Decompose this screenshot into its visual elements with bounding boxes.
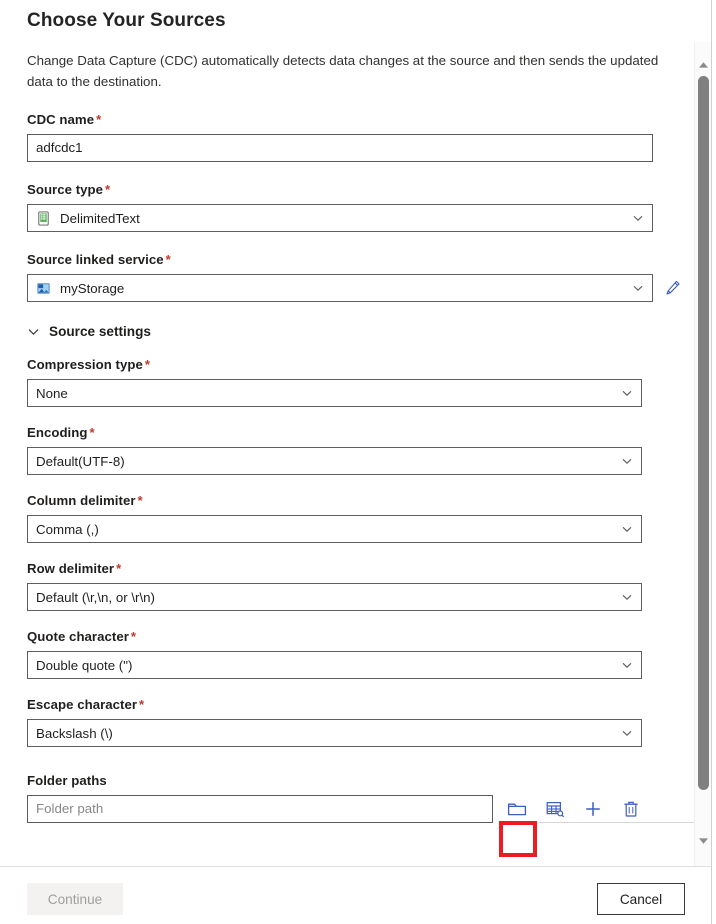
column-delimiter-value: Comma (,) (36, 521, 99, 537)
folder-paths-row: Folder path (27, 795, 694, 823)
chevron-down-icon (622, 730, 632, 736)
choose-sources-panel: Choose Your Sources Change Data Capture … (0, 0, 716, 924)
preview-data-button[interactable] (540, 795, 570, 823)
cdc-name-input[interactable]: adfcdc1 (27, 134, 653, 162)
source-type-label: Source type * (27, 182, 111, 197)
panel-content: Choose Your Sources Change Data Capture … (0, 0, 694, 866)
continue-button[interactable]: Continue (27, 883, 123, 915)
required-asterisk: * (116, 561, 122, 576)
browse-folder-icon (507, 803, 527, 816)
row-delimiter-label: Row delimiter * (27, 561, 122, 576)
edit-linked-service-button[interactable] (662, 277, 684, 299)
quote-character-value: Double quote (") (36, 657, 133, 673)
chevron-down-icon (622, 526, 632, 532)
source-type-value: DelimitedText (60, 210, 140, 226)
escape-character-value: Backslash (\) (36, 725, 113, 741)
encoding-dropdown[interactable]: Default(UTF-8) (27, 447, 642, 475)
source-type-row: DelimitedText (27, 204, 694, 232)
chevron-down-icon (622, 390, 632, 396)
panel-footer: Continue Cancel (0, 866, 711, 924)
scrollbar-thumb[interactable] (698, 76, 709, 790)
chevron-down-icon (28, 329, 39, 336)
chevron-down-icon (633, 215, 643, 221)
required-asterisk: * (89, 425, 95, 440)
compression-type-dropdown[interactable]: None (27, 379, 642, 407)
field-folder-paths: Folder paths Folder path (27, 773, 694, 823)
folder-path-placeholder: Folder path (36, 801, 104, 816)
chevron-down-icon (633, 285, 643, 291)
icon-bar-divider (539, 822, 694, 823)
column-delimiter-label: Column delimiter * (27, 493, 143, 508)
field-source-linked-service: Source linked service * myStorage (27, 252, 694, 302)
chevron-down-icon (622, 458, 632, 464)
add-folder-path-button[interactable] (578, 795, 608, 823)
page-description: Change Data Capture (CDC) automatically … (27, 53, 659, 89)
cdc-name-label: CDC name * (27, 112, 102, 127)
required-asterisk: * (165, 252, 171, 267)
row-delimiter-dropdown[interactable]: Default (\r,\n, or \r\n) (27, 583, 642, 611)
compression-type-label: Compression type * (27, 357, 151, 372)
scroll-down-button[interactable] (695, 832, 712, 849)
field-quote-character: Quote character * Double quote (") (27, 629, 694, 679)
field-cdc-name: CDC name * adfcdc1 (27, 112, 694, 162)
source-linked-service-value: myStorage (60, 280, 125, 296)
cdc-name-value: adfcdc1 (36, 140, 83, 155)
field-escape-character: Escape character * Backslash (\) (27, 697, 694, 747)
preview-data-icon (546, 801, 565, 818)
browse-folder-button[interactable] (502, 795, 532, 823)
add-icon (586, 802, 600, 816)
encoding-label: Encoding * (27, 425, 95, 440)
encoding-value: Default(UTF-8) (36, 453, 125, 469)
content-scrollbar[interactable] (694, 42, 711, 866)
column-delimiter-dropdown[interactable]: Comma (,) (27, 515, 642, 543)
storage-account-icon (37, 282, 50, 294)
compression-type-value: None (36, 385, 68, 401)
source-linked-service-dropdown[interactable]: myStorage (27, 274, 653, 302)
required-asterisk: * (144, 357, 151, 372)
folder-path-input[interactable]: Folder path (27, 795, 493, 823)
required-asterisk: * (105, 182, 111, 197)
field-column-delimiter: Column delimiter * Comma (,) (27, 493, 694, 543)
required-asterisk: * (130, 629, 137, 644)
panel-edge (711, 0, 712, 924)
scroll-down-arrow-icon (699, 837, 708, 844)
delete-folder-path-button[interactable] (616, 795, 646, 823)
field-compression-type: Compression type * None (27, 357, 694, 407)
source-settings-title: Source settings (49, 324, 151, 339)
escape-character-dropdown[interactable]: Backslash (\) (27, 719, 642, 747)
delete-icon (624, 801, 638, 817)
source-linked-service-row: myStorage (27, 274, 694, 302)
row-delimiter-value: Default (\r,\n, or \r\n) (36, 589, 155, 605)
quote-character-label: Quote character * (27, 629, 137, 644)
scroll-up-arrow-icon (699, 61, 708, 68)
source-linked-service-label: Source linked service * (27, 252, 171, 267)
quote-character-dropdown[interactable]: Double quote (") (27, 651, 642, 679)
delimited-text-icon (38, 210, 49, 226)
chevron-down-icon (622, 594, 632, 600)
required-asterisk: * (137, 493, 143, 508)
pencil-icon (666, 280, 680, 295)
folder-paths-label: Folder paths (27, 773, 107, 788)
escape-character-label: Escape character * (27, 697, 145, 712)
scroll-up-button[interactable] (695, 56, 712, 73)
required-asterisk: * (139, 697, 145, 712)
folder-paths-actions (502, 795, 646, 823)
source-settings-toggle[interactable]: Source settings (27, 324, 177, 339)
required-asterisk: * (96, 112, 102, 127)
chevron-down-icon (622, 662, 632, 668)
cancel-button[interactable]: Cancel (597, 883, 685, 915)
source-type-dropdown[interactable]: DelimitedText (27, 204, 653, 232)
field-source-type: Source type * DelimitedText (27, 182, 694, 232)
page-title: Choose Your Sources (27, 10, 226, 31)
field-encoding: Encoding * Default(UTF-8) (27, 425, 694, 475)
field-row-delimiter: Row delimiter * Default (\r,\n, or \r\n) (27, 561, 694, 611)
